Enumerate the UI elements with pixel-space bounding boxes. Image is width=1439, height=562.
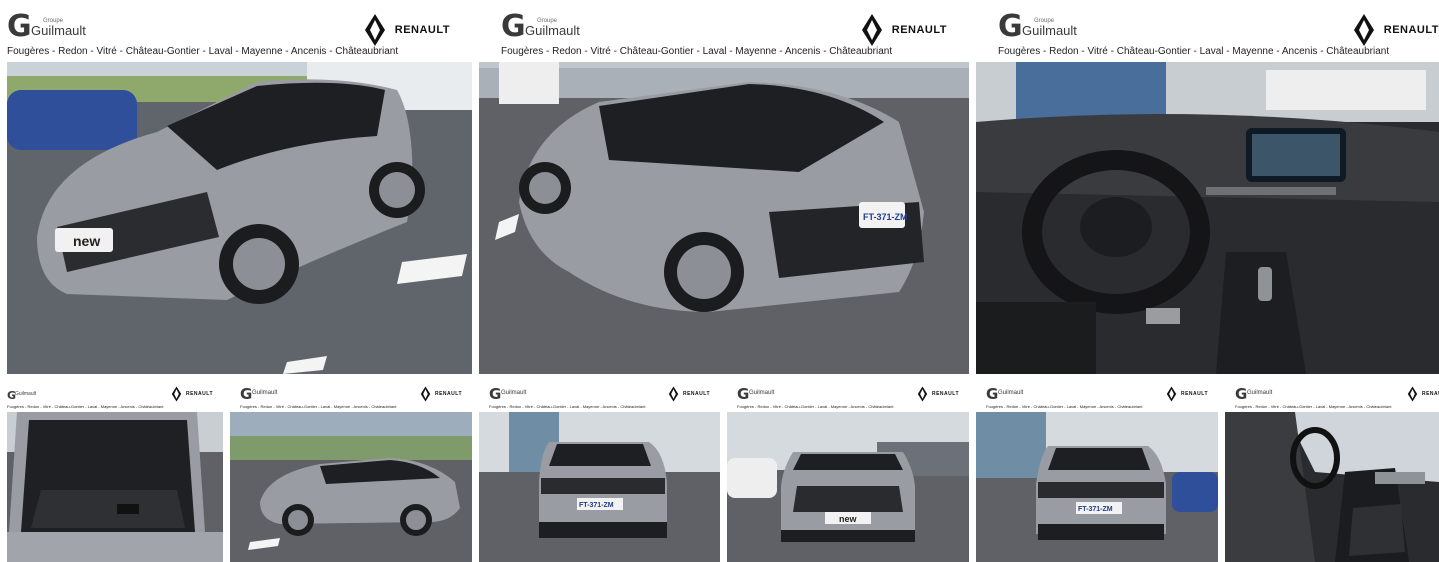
renault-diamond-icon xyxy=(171,386,182,402)
renault-diamond-icon xyxy=(861,14,882,46)
guilmault-logo: G xyxy=(489,386,502,403)
dealer-cities: Fougères - Redon - Vitré - Château-Gonti… xyxy=(489,404,646,409)
renault-logo: RENAULT xyxy=(364,13,450,47)
svg-text:FT-371-ZM: FT-371-ZM xyxy=(579,502,614,509)
guilmault-wordmark: Guilmault xyxy=(15,391,37,397)
dealer-cities: Fougères - Redon - Vitré - Château-Gonti… xyxy=(7,404,164,409)
guilmault-logo: G xyxy=(7,9,32,44)
car-photo: FT-371-ZM xyxy=(479,62,969,374)
guilmault-logo: G xyxy=(501,9,526,44)
photo-tile-5[interactable]: G Guilmault RENAULT Fougères - Redon - V… xyxy=(230,386,472,562)
guilmault-wordmark: Groupe Guilmault xyxy=(31,18,86,38)
renault-logo: RENAULT xyxy=(917,386,959,402)
watermark-header: G Guilmault RENAULT Fougères - Redon - V… xyxy=(479,386,720,412)
renault-diamond-icon xyxy=(1353,14,1374,46)
guilmault-wordmark: Guilmault xyxy=(501,390,527,396)
dealer-cities: Fougères - Redon - Vitré - Château-Gonti… xyxy=(501,46,893,57)
renault-logo: RENAULT xyxy=(1166,386,1208,402)
guilmault-wordmark: Guilmault xyxy=(749,390,775,396)
guilmault-wordmark: Guilmault xyxy=(252,390,278,396)
renault-logo: RENAULT xyxy=(171,386,213,402)
car-photo xyxy=(230,412,472,562)
dealer-cities: Fougères - Redon - Vitré - Château-Gonti… xyxy=(240,404,397,409)
guilmault-wordmark: Guilmault xyxy=(1247,390,1273,396)
watermark-header: G Guilmault RENAULT Fougères - Redon - V… xyxy=(976,386,1218,412)
watermark-header: G Groupe Guilmault RENAULT Fougères - Re… xyxy=(7,8,472,62)
photo-tile-3[interactable]: G Groupe Guilmault RENAULT Fougères - Re… xyxy=(976,8,1439,374)
watermark-header: G Guilmault RENAULT Fougères - Redon - V… xyxy=(727,386,969,412)
watermark-header: G Groupe Guilmault RENAULT Fougères - Re… xyxy=(479,8,969,62)
photo-tile-2[interactable]: G Groupe Guilmault RENAULT Fougères - Re… xyxy=(479,8,969,374)
svg-text:new: new xyxy=(839,514,858,524)
renault-diamond-icon xyxy=(668,386,679,402)
photo-tile-8[interactable]: G Guilmault RENAULT Fougères - Redon - V… xyxy=(976,386,1218,562)
renault-diamond-icon xyxy=(420,386,431,402)
guilmault-logo: G xyxy=(986,386,999,403)
interior-photo xyxy=(976,62,1439,374)
renault-diamond-icon xyxy=(364,14,385,46)
svg-text:new: new xyxy=(73,233,100,249)
watermark-header: G Groupe Guilmault RENAULT Fougères - Re… xyxy=(976,8,1439,62)
photo-tile-1[interactable]: G Groupe Guilmault RENAULT Fougères - Re… xyxy=(7,8,472,374)
dealer-cities: Fougères - Redon - Vitré - Château-Gonti… xyxy=(737,404,894,409)
trunk-photo xyxy=(7,412,223,562)
photo-tile-7[interactable]: G Guilmault RENAULT Fougères - Redon - V… xyxy=(727,386,969,562)
guilmault-wordmark: Groupe Guilmault xyxy=(525,18,580,38)
renault-diamond-icon xyxy=(1407,386,1418,402)
car-photo: new xyxy=(7,62,472,374)
car-photo: FT-371-ZM xyxy=(479,412,720,562)
dealer-cities: Fougères - Redon - Vitré - Château-Gonti… xyxy=(986,404,1143,409)
guilmault-logo: G xyxy=(737,386,750,403)
renault-logo: RENAULT xyxy=(1353,13,1439,47)
dealer-cities: Fougères - Redon - Vitré - Château-Gonti… xyxy=(998,46,1390,57)
guilmault-wordmark: Guilmault xyxy=(998,390,1024,396)
photo-gallery: G Groupe Guilmault RENAULT Fougères - Re… xyxy=(0,0,1439,562)
renault-logo: RENAULT xyxy=(861,13,947,47)
watermark-header: G Guilmault RENAULT Fougères - Redon - V… xyxy=(7,386,223,412)
dealer-cities: Fougères - Redon - Vitré - Château-Gonti… xyxy=(7,46,399,57)
watermark-header: G Guilmault RENAULT Fougères - Redon - V… xyxy=(1225,386,1439,412)
photo-tile-4[interactable]: G Guilmault RENAULT Fougères - Redon - V… xyxy=(7,386,223,562)
interior-photo xyxy=(1225,412,1439,562)
renault-logo: RENAULT xyxy=(420,386,462,402)
dealer-cities: Fougères - Redon - Vitré - Château-Gonti… xyxy=(1235,404,1392,409)
renault-logo: RENAULT xyxy=(668,386,710,402)
svg-text:FT-371-ZM: FT-371-ZM xyxy=(863,212,908,222)
guilmault-wordmark: Groupe Guilmault xyxy=(1022,18,1077,38)
guilmault-logo: G xyxy=(998,9,1023,44)
renault-diamond-icon xyxy=(1166,386,1177,402)
guilmault-logo: G xyxy=(1235,386,1248,403)
svg-text:FT-371-ZM: FT-371-ZM xyxy=(1078,506,1113,513)
car-photo: new xyxy=(727,412,969,562)
watermark-header: G Guilmault RENAULT Fougères - Redon - V… xyxy=(230,386,472,412)
renault-logo: RENAULT xyxy=(1407,386,1439,402)
renault-diamond-icon xyxy=(917,386,928,402)
car-photo: FT-371-ZM xyxy=(976,412,1218,562)
guilmault-logo: G xyxy=(240,386,253,403)
photo-tile-6[interactable]: G Guilmault RENAULT Fougères - Redon - V… xyxy=(479,386,720,562)
photo-tile-9[interactable]: G Guilmault RENAULT Fougères - Redon - V… xyxy=(1225,386,1439,562)
